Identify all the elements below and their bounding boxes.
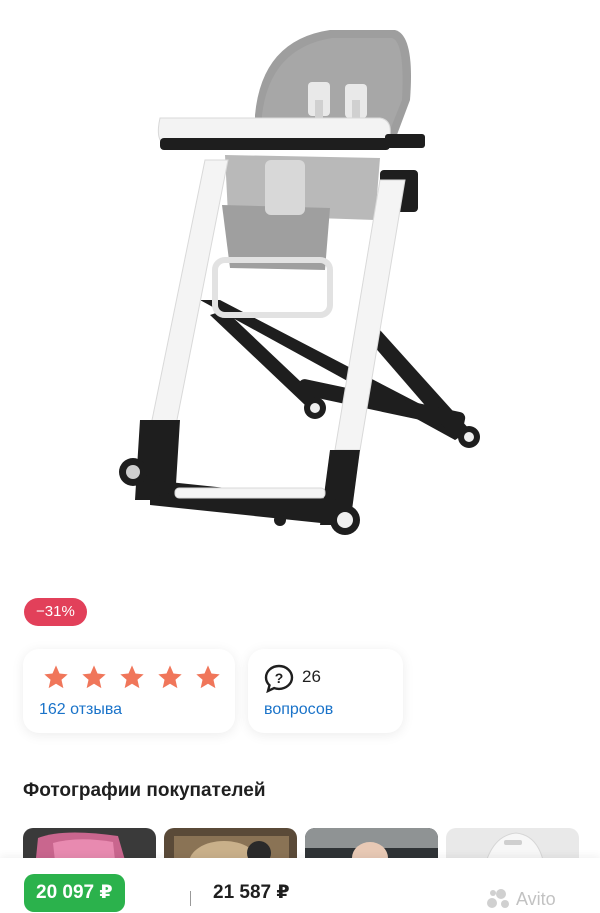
reviews-link[interactable]: 162 отзыва	[39, 701, 122, 719]
avito-logo-icon	[487, 889, 509, 908]
star-icon	[44, 665, 68, 689]
questions-link[interactable]: вопросов	[264, 701, 333, 719]
product-image[interactable]	[0, 0, 600, 585]
star-icon	[120, 665, 144, 689]
star-icon	[196, 665, 220, 689]
customer-photos-title: Фотографии покупателей	[23, 780, 266, 801]
high-chair-illustration	[119, 30, 480, 535]
price-bar: 20 097 ₽ 21 587 ₽ Avito	[0, 858, 600, 913]
star-icon	[82, 665, 106, 689]
questions-count: 26	[302, 667, 321, 686]
current-price[interactable]: 20 097 ₽	[24, 874, 125, 912]
questions-card[interactable]: ? 26 вопросов	[248, 649, 403, 733]
star-icon	[158, 665, 182, 689]
price-divider	[190, 891, 191, 906]
question-bubble-icon: ?	[264, 664, 294, 693]
reviews-card[interactable]: 162 отзыва	[23, 649, 235, 733]
discount-badge: −31%	[24, 598, 87, 626]
old-price: 21 587 ₽	[213, 882, 290, 903]
avito-watermark: Avito	[486, 888, 556, 910]
product-page: −31% 162 отзыва ? 26 вопросов Фотографии…	[0, 0, 600, 913]
watermark-text: Avito	[516, 888, 556, 909]
svg-text:?: ?	[275, 670, 284, 686]
rating-stars	[41, 663, 223, 691]
